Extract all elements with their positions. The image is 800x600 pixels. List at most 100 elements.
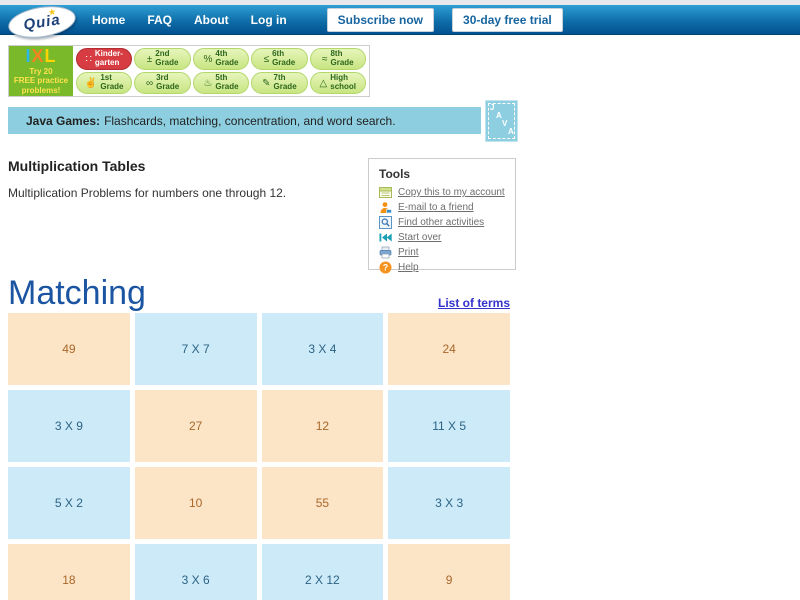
ixl-grade-pill[interactable]: ✌ 1st Grade xyxy=(76,72,133,94)
nav-home[interactable]: Home xyxy=(92,13,125,27)
java-games-banner: Java Games: Flashcards, matching, concen… xyxy=(8,107,481,134)
matching-card[interactable]: 3 X 4 xyxy=(261,313,384,385)
infinity-icon: ∞ xyxy=(145,77,154,89)
grade-pill-label: 7th Grade xyxy=(273,73,297,91)
matching-card-grid: 49 7 X 73 X 4 24 3 X 9 27 12 11 X 5 5 X 2 10 55 3 … xyxy=(8,313,510,600)
matching-card[interactable]: 12 xyxy=(261,390,384,462)
ixl-logo-block[interactable]: IXL Try 20 FREE practice problems! xyxy=(9,46,73,96)
star-icon: ★ xyxy=(47,6,57,18)
matching-card[interactable]: 10 xyxy=(134,467,257,539)
grade-pill-label: Kinder- garten xyxy=(94,49,123,67)
ixl-grade-pill[interactable]: ≈8th Grade xyxy=(309,48,366,70)
less-equal-icon: ≤ xyxy=(263,53,270,65)
ixl-grade-pill[interactable]: ∞ 3rd Grade xyxy=(134,72,191,94)
quia-logo-oval: Quia xyxy=(6,1,78,43)
tools-item: Print xyxy=(379,246,505,259)
grade-pill-label: 6th Grade xyxy=(272,49,296,67)
grade-pill-label: 1st Grade xyxy=(100,73,124,91)
rewind-icon xyxy=(379,231,392,244)
help-icon: ? xyxy=(379,261,392,274)
tools-title: Tools xyxy=(379,167,411,181)
ixl-letter-l: L xyxy=(44,46,57,67)
matching-card[interactable]: 2 X 12 xyxy=(261,544,384,600)
matching-card[interactable]: 11 X 5 xyxy=(388,390,510,462)
matching-card[interactable]: 27 xyxy=(134,390,257,462)
triangle-icon: △ xyxy=(319,77,328,89)
ixl-grade-pill[interactable]: ±2nd Grade xyxy=(134,48,191,70)
grade-pill-label: 8th Grade xyxy=(330,49,354,67)
grade-pill-label: 5th Grade xyxy=(215,73,239,91)
nav-faq[interactable]: FAQ xyxy=(147,13,172,27)
email-friend-icon xyxy=(379,201,392,214)
matching-card[interactable]: 18 xyxy=(8,544,130,600)
java-applet-icon: J A V A xyxy=(485,100,518,142)
tools-item: E-mail to a friend xyxy=(379,201,505,214)
dots-icon: ∷ xyxy=(85,53,92,65)
ixl-tagline: Try 20 FREE practice problems! xyxy=(13,67,69,95)
ixl-grade-pill[interactable]: ∷ Kinder- garten xyxy=(76,48,133,70)
matching-card[interactable]: 5 X 2 xyxy=(8,467,130,539)
page: Quia ★ Home FAQ About Log in Subscribe n… xyxy=(0,0,800,600)
ixl-logo: IXL xyxy=(25,47,56,65)
cake-icon: ♨ xyxy=(203,77,213,89)
ixl-letter-x: X xyxy=(31,46,45,67)
java-icon-letter: V xyxy=(502,119,508,128)
grade-pill-label: High school xyxy=(330,73,357,91)
java-games-label: Java Games: xyxy=(26,113,101,128)
percent-icon: % xyxy=(203,53,213,65)
nav-login[interactable]: Log in xyxy=(251,13,287,27)
subscribe-now-button[interactable]: Subscribe now xyxy=(326,7,435,32)
top-navigation-bar: Quia ★ Home FAQ About Log in Subscribe n… xyxy=(0,1,800,43)
pencil-icon: ✎ xyxy=(262,77,271,89)
free-trial-button[interactable]: 30-day free trial xyxy=(452,7,563,32)
matching-card[interactable]: 55 xyxy=(261,467,384,539)
svg-text:?: ? xyxy=(383,263,389,273)
matching-card[interactable]: 7 X 7 xyxy=(134,313,257,385)
activity-description: Multiplication Problems for numbers one … xyxy=(8,186,287,200)
ixl-grade-pill[interactable]: % 4th Grade xyxy=(192,48,250,70)
copy-to-account-link[interactable]: Copy this to my account xyxy=(398,187,505,198)
plus-minus-icon: ± xyxy=(146,53,153,65)
matching-card[interactable]: 24 xyxy=(388,313,510,385)
tools-item: Copy this to my account xyxy=(379,187,505,198)
matching-card[interactable]: 3 X 3 xyxy=(388,467,510,539)
java-icon-letter: A xyxy=(508,127,514,136)
activity-title: Multiplication Tables xyxy=(8,158,146,174)
ixl-grade-grid: ∷ Kinder- garten ±2nd Grade% 4th Grade ≤6th … xyxy=(73,46,369,96)
grade-pill-label: 4th Grade xyxy=(215,49,239,67)
ixl-grade-pill[interactable]: △ High school xyxy=(309,72,366,94)
ixl-grade-pill[interactable]: ✎ 7th Grade xyxy=(251,72,308,94)
find-activities-link[interactable]: Find other activities xyxy=(398,217,484,228)
java-icon-letter: A xyxy=(496,111,502,120)
matching-card[interactable]: 3 X 6 xyxy=(134,544,257,600)
tools-panel: Tools Copy this to my account E-mail to … xyxy=(368,158,516,274)
tools-item: Start over xyxy=(379,232,505,243)
topbar-nav: Home FAQ About Log in xyxy=(92,13,287,27)
tools-item: Find other activities xyxy=(379,216,505,229)
ixl-grade-pill[interactable]: ≤6th Grade xyxy=(251,48,308,70)
hand-icon: ✌ xyxy=(84,77,98,89)
topbar-buttons: Subscribe now 30-day free trial xyxy=(326,7,563,32)
java-games-text: Flashcards, matching, concentration, and… xyxy=(104,113,396,128)
grade-pill-label: 3rd Grade xyxy=(156,73,180,91)
matching-card[interactable]: 3 X 9 xyxy=(8,390,130,462)
matching-card[interactable]: 49 xyxy=(8,313,130,385)
approx-icon: ≈ xyxy=(321,53,328,65)
list-of-terms-wrap: List of terms xyxy=(8,294,510,312)
nav-about[interactable]: About xyxy=(194,13,229,27)
printer-icon xyxy=(379,246,392,259)
print-link[interactable]: Print xyxy=(398,247,419,258)
ixl-ad-banner[interactable]: IXL Try 20 FREE practice problems! ∷ Kind… xyxy=(8,45,370,97)
java-icon-letter: J xyxy=(490,103,495,112)
ixl-grade-pill[interactable]: ♨ 5th Grade xyxy=(192,72,250,94)
tools-item: ? Help xyxy=(379,261,505,274)
search-icon xyxy=(379,216,392,229)
help-link[interactable]: Help xyxy=(398,262,419,273)
copy-icon xyxy=(379,186,392,199)
start-over-link[interactable]: Start over xyxy=(398,232,441,243)
list-of-terms-link[interactable]: List of terms xyxy=(438,296,510,310)
quia-logo[interactable]: Quia ★ xyxy=(6,1,82,45)
matching-card[interactable]: 9 xyxy=(388,544,510,600)
grade-pill-label: 2nd Grade xyxy=(155,49,179,67)
email-friend-link[interactable]: E-mail to a friend xyxy=(398,202,474,213)
